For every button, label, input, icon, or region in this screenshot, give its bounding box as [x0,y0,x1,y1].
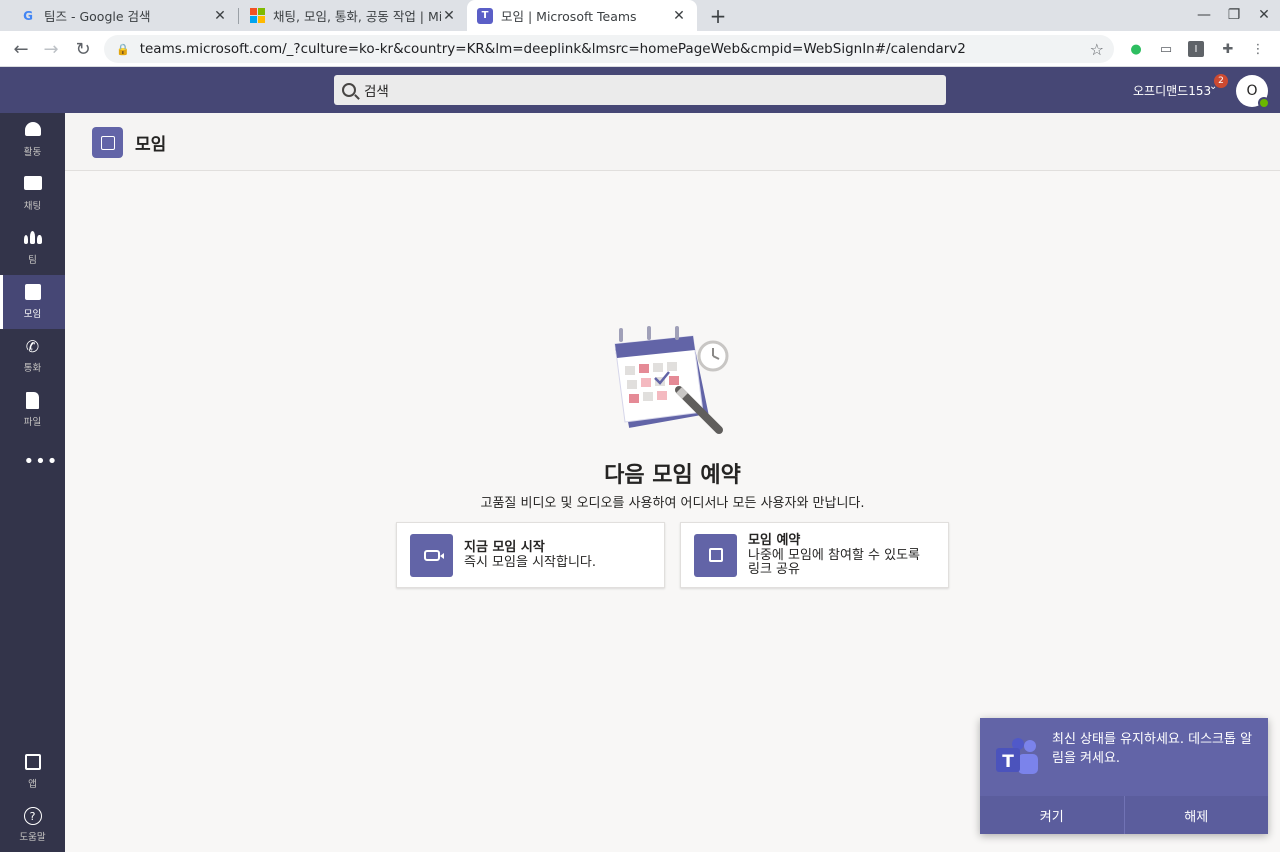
browser-toolbar: ← → ↻ 🔒 teams.microsoft.com/_?culture=ko… [0,31,1280,67]
rail-item-activity[interactable]: 활동 [0,113,65,167]
reader-extension-icon[interactable]: I [1188,41,1204,57]
teams-icon [23,230,42,248]
avatar-initial: O [1246,83,1258,99]
search-icon [342,83,356,97]
file-icon [24,392,42,410]
rail-label: 통화 [23,363,42,374]
forward-arrow-icon[interactable]: → [38,36,64,62]
more-dots-icon: ••• [23,451,59,472]
rail-label: 채팅 [23,201,42,212]
browser-menu-icon[interactable]: ⋮ [1250,41,1266,57]
window-close-icon[interactable]: ✕ [1252,4,1276,26]
card-description: 링크 공유 [748,562,800,577]
teams-logo-icon: T [996,738,1038,774]
microsoft-icon [249,8,265,24]
rail-label: 활동 [23,147,42,158]
teams-icon: T [477,7,493,24]
avatar[interactable]: O [1236,75,1270,109]
extensions-puzzle-icon[interactable]: ✚ [1220,41,1236,57]
search-input[interactable]: 검색 [334,75,946,105]
app-bar: 활동 채팅 팀 모임 ✆ 통화 파일 ••• 앱 ? 도움말 [0,113,65,852]
hero-title: 다음 모임 예약 [604,463,741,488]
rail-label: 팀 [28,255,37,266]
toast-actions: 켜기 해제 [980,796,1268,834]
lock-icon: 🔒 [116,42,130,56]
browser-tab-meetings[interactable]: T 모임 | Microsoft Teams ✕ [467,0,697,31]
google-icon: G [23,8,33,23]
close-icon[interactable]: ✕ [441,8,457,24]
browser-tab-google-search[interactable]: G 팀즈 - Google 검색 ✕ [10,0,238,31]
evernote-extension-icon[interactable]: ● [1128,41,1144,57]
chat-icon [23,176,42,194]
restore-icon[interactable]: ❐ [1222,4,1246,26]
calendar-icon [92,127,123,158]
new-tab-button[interactable]: + [706,4,730,28]
minimize-icon[interactable]: — [1192,4,1216,26]
close-icon[interactable]: ✕ [212,8,228,24]
tab-title: 팀즈 - Google 검색 [44,9,151,24]
page-header: 모임 [65,113,1280,171]
apps-icon [24,754,42,772]
calendar-icon [24,284,42,302]
reload-icon[interactable]: ↻ [70,36,96,62]
start-meeting-now-button[interactable]: 지금 모임 시작 즉시 모임을 시작합니다. [396,522,665,588]
tab-title: 채팅, 모임, 통화, 공동 작업 | Microsoft Teams [273,9,441,24]
hero-subtitle: 고품질 비디오 및 오디오를 사용하여 어디서나 모든 사용자와 만납니다. [480,496,865,511]
rail-label: 도움말 [19,832,46,843]
calendar-illustration-icon [614,326,729,434]
video-camera-icon [410,533,453,577]
rail-label: 파일 [23,417,42,428]
phone-icon: ✆ [25,337,40,356]
rail-item-files[interactable]: 파일 [0,383,65,437]
back-arrow-icon[interactable]: ← [8,36,34,62]
help-icon: ? [23,807,42,825]
desktop-notification-toast: T 최신 상태를 유지하세요. 데스크톱 알림을 켜세요. 켜기 해제 [980,718,1268,834]
url-text: teams.microsoft.com/_?culture=ko-kr&coun… [139,41,966,57]
card-title: 지금 모임 시작 [464,540,545,555]
bookmark-star-icon[interactable]: ☆ [1090,40,1104,59]
tab-title: 모임 | Microsoft Teams [501,9,637,24]
browser-tab-strip: G 팀즈 - Google 검색 ✕ 채팅, 모임, 통화, 공동 작업 | M… [0,0,1280,31]
rail-item-apps[interactable]: 앱 [0,745,65,799]
notification-badge: 2 [1214,74,1228,88]
card-description: 즉시 모임을 시작합니다. [464,555,596,570]
dismiss-notifications-button[interactable]: 해제 [1123,796,1269,834]
toast-message: 최신 상태를 유지하세요. 데스크톱 알림을 켜세요. [1052,732,1253,766]
page-title: 모임 [135,135,167,155]
svg-text:T: T [1002,752,1014,772]
rail-item-help[interactable]: ? 도움말 [0,798,65,852]
bell-icon [24,122,42,140]
close-icon[interactable]: ✕ [671,8,687,24]
rail-item-more[interactable]: ••• [0,437,65,491]
address-bar[interactable]: 🔒 teams.microsoft.com/_?culture=ko-kr&co… [104,35,1114,63]
rail-item-calls[interactable]: ✆ 통화 [0,329,65,383]
schedule-meeting-button[interactable]: 모임 예약 나중에 모임에 참여할 수 있도록 링크 공유 [680,522,949,588]
cast-extension-icon[interactable]: ▭ [1158,41,1174,57]
card-title: 모임 예약 [748,533,801,548]
org-switcher-label[interactable]: 오프디맨드153 [1133,82,1211,99]
rail-item-chat[interactable]: 채팅 [0,167,65,221]
presence-available-icon [1258,97,1270,109]
card-description: 나중에 모임에 참여할 수 있도록 [748,548,921,563]
rail-item-teams[interactable]: 팀 [0,221,65,275]
search-placeholder: 검색 [364,84,389,100]
enable-notifications-button[interactable]: 켜기 [980,796,1124,834]
rail-item-meetings[interactable]: 모임 [0,275,65,329]
calendar-add-icon [694,533,737,577]
browser-tab-teams-home[interactable]: 채팅, 모임, 통화, 공동 작업 | Microsoft Teams ✕ [239,0,467,31]
rail-label: 모임 [23,309,42,320]
rail-label: 앱 [28,779,37,790]
teams-top-bar: 검색 오프디맨드153 ⌄ 2 O [0,67,1280,113]
